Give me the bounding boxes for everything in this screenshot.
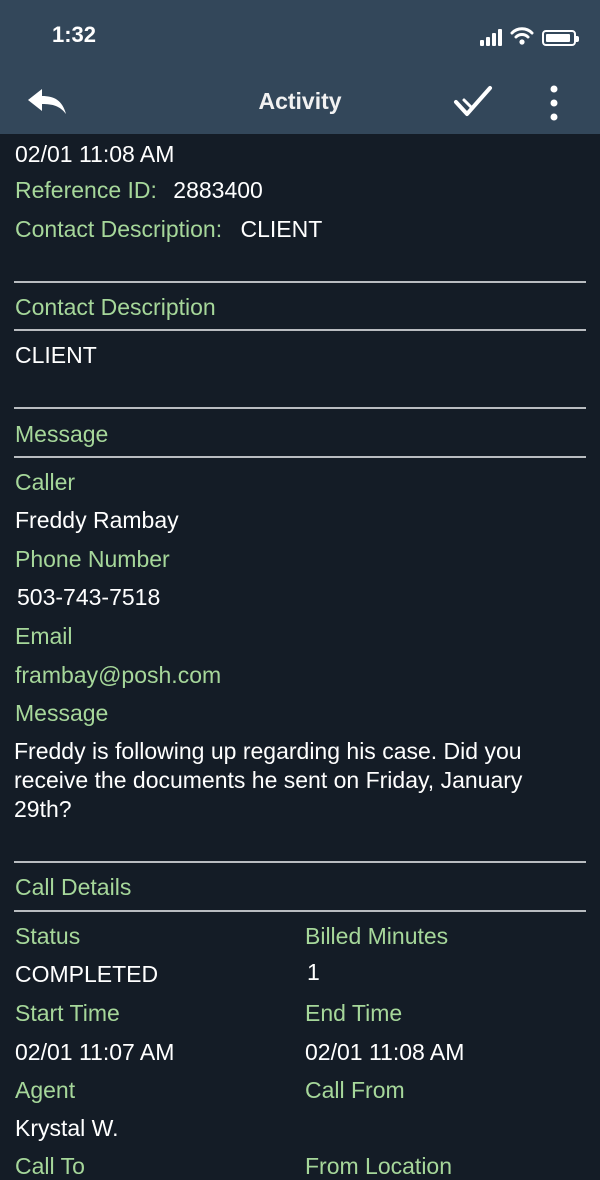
contact-description-label: Contact Description:: [15, 216, 223, 242]
status-value: COMPLETED: [15, 961, 159, 987]
message-label: Message: [15, 700, 109, 726]
agent-value: Krystal W.: [15, 1115, 119, 1141]
contact-section-title: Contact Description: [15, 294, 216, 320]
status-icons: [480, 24, 579, 46]
from-location-label: From Location: [305, 1153, 453, 1179]
nav-bar: Activity: [0, 70, 600, 134]
agent-label: Agent: [15, 1077, 76, 1103]
end-time-label: End Time: [305, 1000, 403, 1026]
checkmark-icon[interactable]: [452, 82, 494, 122]
phone-value[interactable]: 503-743-7518: [17, 583, 160, 611]
status-time: 1:32: [52, 22, 97, 47]
billed-minutes-label: Billed Minutes: [305, 923, 449, 949]
cellular-signal-icon: [480, 28, 502, 46]
caller-label: Caller: [15, 469, 76, 495]
activity-datetime: 02/01 11:08 AM: [15, 141, 175, 167]
message-body: Freddy is following up regarding his cas…: [14, 738, 523, 822]
more-vertical-icon[interactable]: [540, 84, 568, 122]
contact-description-row: Contact Description: CLIENT: [15, 215, 322, 243]
start-time-label: Start Time: [15, 1000, 120, 1026]
status-bar: 1:32: [0, 0, 600, 70]
reference-row: Reference ID: 2883400: [15, 176, 263, 204]
status-label: Status: [15, 923, 81, 949]
divider: [14, 456, 586, 458]
contact-description-value: CLIENT: [240, 216, 323, 242]
email-link[interactable]: frambay@posh.com: [15, 661, 221, 689]
divider: [14, 329, 586, 331]
phone-label: Phone Number: [15, 546, 170, 572]
message-section-title: Message: [15, 421, 109, 447]
divider: [14, 861, 586, 863]
caller-value: Freddy Rambay: [15, 507, 179, 533]
email-label: Email: [15, 623, 73, 649]
call-from-label: Call From: [305, 1077, 405, 1103]
contact-section-value: CLIENT: [15, 342, 97, 368]
call-details-title: Call Details: [15, 874, 132, 900]
wifi-icon: [510, 27, 534, 45]
page-title: Activity: [258, 88, 342, 114]
call-to-label: Call To: [15, 1153, 85, 1179]
divider: [14, 910, 586, 912]
battery-icon: [542, 30, 579, 46]
reference-label: Reference ID:: [15, 177, 157, 203]
divider: [14, 407, 586, 409]
end-time-value: 02/01 11:08 AM: [305, 1039, 465, 1065]
start-time-value: 02/01 11:07 AM: [15, 1039, 175, 1065]
reference-value: 2883400: [173, 177, 263, 203]
divider: [14, 281, 586, 283]
billed-minutes-value: 1: [307, 959, 320, 985]
